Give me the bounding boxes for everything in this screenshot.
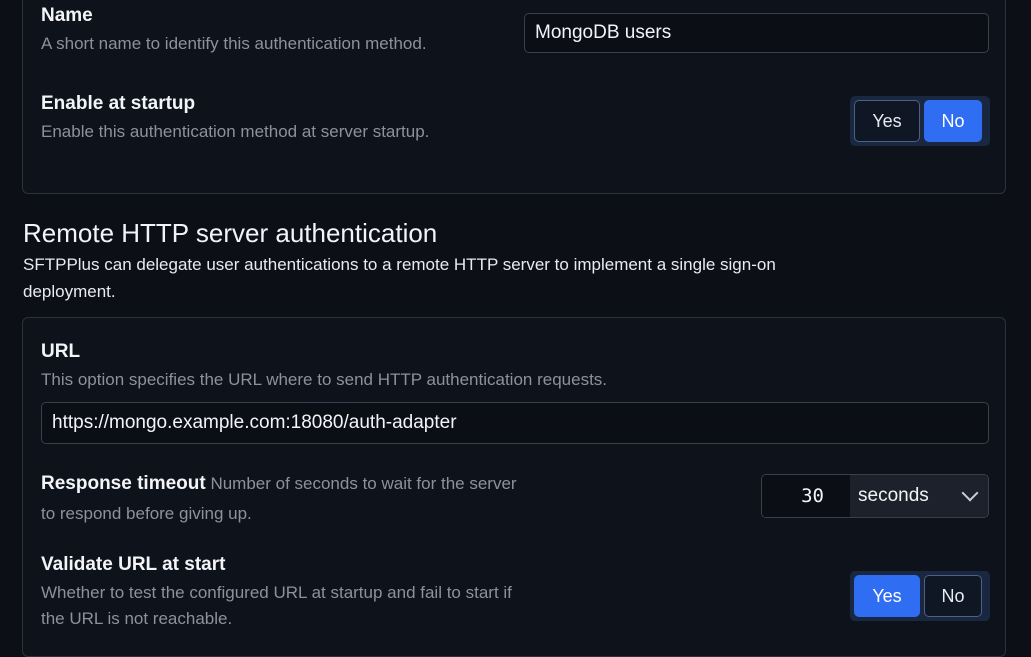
http-section-title: Remote HTTP server authentication <box>23 218 438 248</box>
http-section-description: SFTPPlus can delegate user authenticatio… <box>23 255 776 301</box>
url-label: URL <box>41 341 81 362</box>
url-help: This option specifies the URL where to s… <box>41 370 608 389</box>
response-timeout-control: seconds <box>761 474 989 518</box>
response-timeout-label: Response timeout <box>41 473 206 494</box>
validate-url-help: Whether to test the configured URL at st… <box>41 583 512 628</box>
enable-startup-yes-button[interactable]: Yes <box>854 100 920 142</box>
enable-startup-help: Enable this authentication method at ser… <box>41 122 430 141</box>
validate-url-toggle: Yes No <box>850 571 990 621</box>
validate-url-yes-button[interactable]: Yes <box>854 575 920 617</box>
url-input[interactable] <box>41 402 989 444</box>
name-help: A short name to identify this authentica… <box>41 34 427 53</box>
validate-url-no-button[interactable]: No <box>924 575 982 617</box>
name-input[interactable] <box>524 13 989 53</box>
response-timeout-unit-select[interactable]: seconds <box>850 475 988 517</box>
chevron-down-icon <box>961 484 979 502</box>
general-settings-panel: Name A short name to identify this authe… <box>22 0 1006 194</box>
response-timeout-block: Response timeout Number of seconds to wa… <box>41 469 521 529</box>
enable-startup-label: Enable at startup <box>41 93 196 114</box>
response-timeout-input[interactable] <box>762 475 850 517</box>
validate-url-label: Validate URL at start <box>41 554 226 575</box>
name-label: Name <box>41 5 93 26</box>
response-timeout-unit-label: seconds <box>858 485 929 506</box>
enable-startup-toggle: Yes No <box>850 96 990 146</box>
enable-startup-no-button[interactable]: No <box>924 100 982 142</box>
